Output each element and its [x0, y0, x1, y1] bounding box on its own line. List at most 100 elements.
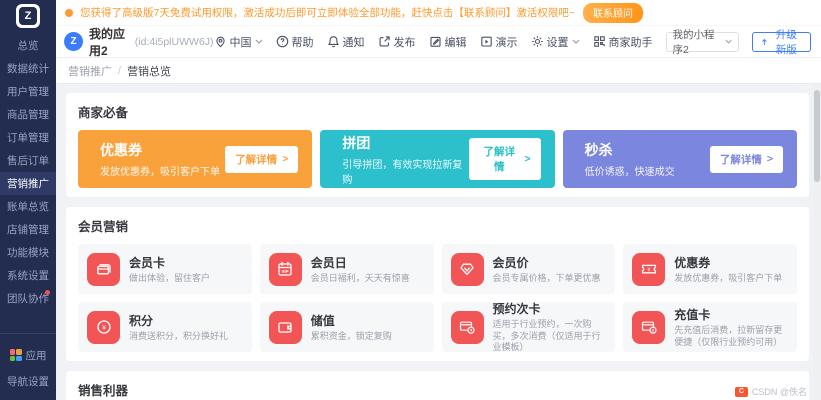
header-actions: 中国 帮助 通知 发布 编辑 演示 设置 商家助手 我的小程序2 升级新版 — [214, 29, 811, 56]
sidebar-item-nav-settings[interactable]: 导航设置 — [0, 368, 56, 394]
breadcrumb-separator: / — [118, 64, 122, 77]
sidebar-item-bills[interactable]: 账单总览 — [0, 195, 56, 218]
must-have-panel: 商家必备 优惠券 发放优惠券，吸引客户下单 了解详情 > 拼团 引导拼团，有效实… — [66, 93, 809, 197]
app-logo[interactable]: Z — [16, 4, 40, 28]
region-selector[interactable]: 中国 — [214, 34, 263, 50]
section-title-member: 会员营销 — [78, 220, 129, 234]
promo-desc: 低价诱惑，快速成交 — [584, 167, 675, 178]
sidebar-item-team[interactable]: 团队协作 — [0, 287, 56, 310]
member-card-vip-card[interactable]: 会员卡 做出体验，留住客户 — [78, 244, 252, 294]
demo-button[interactable]: 演示 — [480, 34, 518, 50]
chevron-down-icon — [255, 39, 262, 44]
bell-icon — [327, 36, 339, 48]
merchant-assistant-button[interactable]: 商家助手 — [593, 34, 653, 50]
location-pin-icon — [215, 36, 225, 48]
csdn-logo-icon: C — [734, 386, 748, 397]
vip-calendar-icon: VIP — [268, 252, 302, 286]
scrollbar-thumb[interactable] — [814, 90, 820, 182]
sidebar-item-orders[interactable]: 订单管理 — [0, 126, 56, 149]
svg-text:¥: ¥ — [647, 267, 650, 273]
member-card-grid: ¥ 积分 消费送积分，积分换好礼 储值 累积资金，锁定复购 预约次卡 适用于行业… — [78, 302, 797, 352]
card-clock-icon — [450, 310, 484, 344]
svg-text:¥: ¥ — [102, 325, 106, 332]
sidebar-item-products[interactable]: 商品管理 — [0, 103, 56, 126]
member-card-coupon[interactable]: ¥ 优惠券 发放优惠券，吸引客户下单 — [623, 244, 797, 294]
arrow-right-icon: > — [766, 153, 773, 165]
promo-card-coupon[interactable]: 优惠券 发放优惠券，吸引客户下单 了解详情 > — [78, 130, 313, 188]
sidebar-item-statistics[interactable]: 数据统计 — [0, 57, 56, 80]
promo-title: 秒杀 — [584, 142, 613, 158]
sidebar-item-overview[interactable]: 总览 — [0, 34, 56, 57]
upgrade-button[interactable]: 升级新版 — [751, 29, 811, 56]
member-card-stored-value[interactable]: 储值 累积资金，锁定复购 — [259, 302, 434, 352]
gear-icon — [531, 36, 543, 47]
scrollbar-track[interactable] — [813, 84, 821, 400]
sidebar: Z 总览 数据统计 用户管理 商品管理 订单管理 售后订单 营销推广 账单总览 … — [0, 0, 56, 400]
breadcrumb-parent[interactable]: 营销推广 — [68, 63, 112, 79]
promo-card-flash-sale[interactable]: 秒杀 低价诱惑，快速成交 了解详情 > — [562, 130, 797, 188]
notification-bar: 您获得了高级版7天免费试用权限，激活成功后即可立即体验全部功能，赶快点击【联系顾… — [56, 0, 821, 26]
notification-badge — [45, 290, 50, 295]
chevron-down-icon — [572, 39, 579, 44]
app-avatar[interactable]: Z — [64, 32, 83, 51]
sidebar-item-apps[interactable]: 应用 — [0, 342, 56, 368]
alert-dot-icon — [65, 8, 73, 17]
publish-icon — [379, 36, 390, 47]
help-button[interactable]: 帮助 — [276, 34, 314, 50]
sidebar-item-users[interactable]: 用户管理 — [0, 80, 56, 103]
arrow-up-icon — [761, 38, 767, 45]
member-marketing-panel: 会员营销 会员卡 做出体验，留住客户 VIP 会员日 会员日福利，天天有惊喜 会… — [66, 207, 809, 361]
sidebar-item-marketing[interactable]: 营销推广 — [0, 172, 56, 195]
member-card-vip-price[interactable]: 会员价 会员专属价格，下单更优惠 — [441, 244, 616, 294]
header: Z 我的应用2 (id:4i5plUWW6J) 中国 帮助 通知 发布 编辑 演… — [56, 26, 821, 58]
watermark: C CSDN @佚名 — [734, 385, 807, 398]
sidebar-item-aftersale[interactable]: 售后订单 — [0, 149, 56, 172]
main-content: 商家必备 优惠券 发放优惠券，吸引客户下单 了解详情 > 拼团 引导拼团，有效实… — [56, 84, 821, 400]
member-card-vip-day[interactable]: VIP 会员日 会员日福利，天天有惊喜 — [259, 244, 434, 294]
edit-button[interactable]: 编辑 — [429, 34, 467, 50]
arrow-right-icon: > — [282, 153, 289, 165]
sidebar-item-modules[interactable]: 功能模块 — [0, 241, 56, 264]
notification-text: 您获得了高级版7天免费试用权限，激活成功后即可立即体验全部功能，赶快点击【联系顾… — [80, 7, 575, 19]
apps-icon — [9, 349, 22, 361]
section-title-must-have: 商家必备 — [78, 106, 129, 120]
member-card-points[interactable]: ¥ 积分 消费送积分，积分换好礼 — [78, 302, 252, 352]
coin-icon: ¥ — [87, 310, 120, 344]
breadcrumb: 营销推广 / 营销总览 — [56, 58, 821, 84]
chevron-down-icon — [725, 39, 732, 44]
sidebar-item-shop[interactable]: 店铺管理 — [0, 218, 56, 241]
contact-advisor-button[interactable]: 联系顾问 — [582, 2, 643, 23]
promo-desc: 发放优惠券，吸引客户下单 — [100, 167, 220, 178]
member-card-booking-pass[interactable]: 预约次卡 适用于行业预约，一次购买，多次消费（仅适用于行业模板） — [441, 302, 616, 352]
group-buy-details-button[interactable]: 了解详情 > — [468, 138, 541, 180]
sidebar-item-settings[interactable]: 系统设置 — [0, 264, 56, 287]
promo-title: 优惠券 — [100, 142, 142, 158]
diamond-icon — [450, 252, 484, 286]
vip-card-icon — [87, 252, 120, 286]
mini-program-select[interactable]: 我的小程序2 — [665, 29, 739, 56]
promo-row: 优惠券 发放优惠券，吸引客户下单 了解详情 > 拼团 引导拼团，有效实现拉新复购… — [78, 130, 797, 188]
watermark-text: CSDN @佚名 — [751, 387, 807, 397]
coupon-details-button[interactable]: 了解详情 > — [225, 145, 299, 173]
section-title-sales: 销售利器 — [78, 384, 129, 398]
promo-card-group-buy[interactable]: 拼团 引导拼团，有效实现拉新复购 了解详情 > — [320, 130, 555, 188]
sales-tools-panel: 销售利器 — [66, 371, 809, 400]
flash-sale-details-button[interactable]: 了解详情 > — [709, 145, 783, 173]
card-coin-icon: ¥ — [632, 310, 666, 344]
edit-icon — [429, 36, 441, 47]
notifications-button[interactable]: 通知 — [327, 34, 365, 50]
breadcrumb-current: 营销总览 — [127, 65, 172, 78]
help-icon — [276, 35, 288, 48]
svg-text:VIP: VIP — [282, 269, 289, 274]
arrow-right-icon: > — [524, 153, 531, 165]
settings-menu[interactable]: 设置 — [531, 34, 580, 50]
promo-title: 拼团 — [342, 134, 371, 151]
member-card-recharge-card[interactable]: ¥ 充值卡 先充值后消费，拉新留存更便捷（仅限行业预约可用） — [623, 302, 797, 352]
wallet-icon — [268, 310, 302, 344]
play-icon — [480, 36, 492, 47]
promo-desc: 引导拼团，有效实现拉新复购 — [342, 159, 463, 186]
app-id: (id:4i5plUWW6J) — [134, 35, 214, 48]
ticket-icon: ¥ — [632, 252, 666, 286]
publish-button[interactable]: 发布 — [378, 34, 416, 50]
sidebar-bottom: 应用 导航设置 — [0, 333, 56, 394]
